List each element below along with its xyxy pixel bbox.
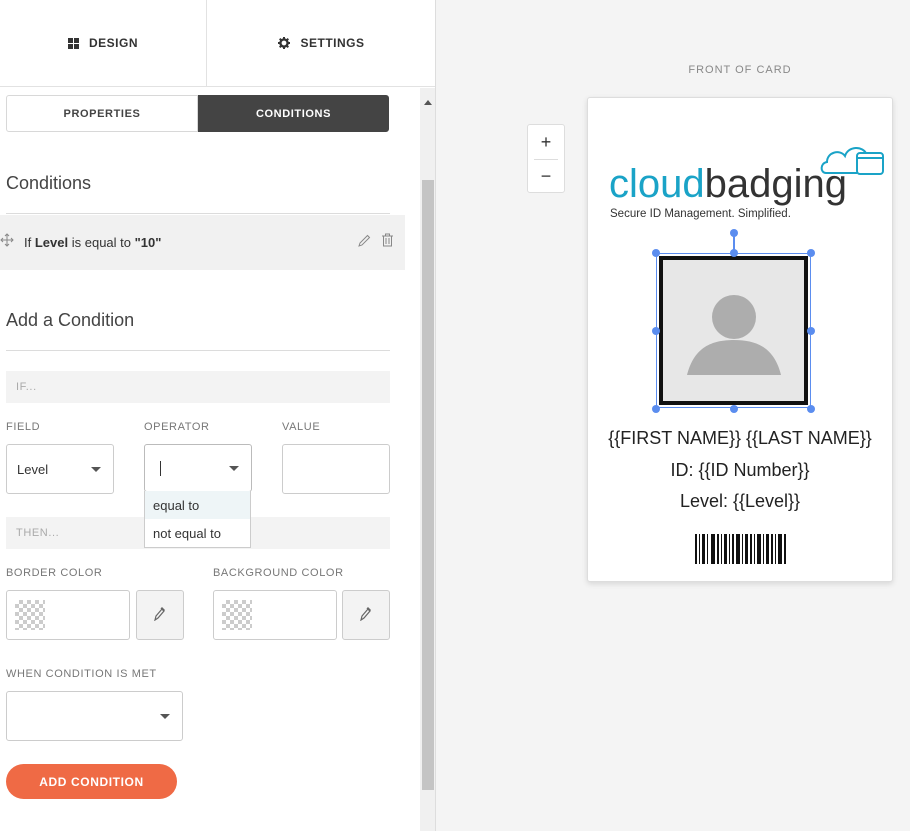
logo-wordmark: cloudbadging <box>609 162 847 206</box>
field-select[interactable]: Level <box>6 444 114 494</box>
person-silhouette-icon <box>686 294 781 375</box>
barcode-icon[interactable] <box>695 534 787 569</box>
eyedropper-icon <box>359 605 373 626</box>
tab-settings-label: SETTINGS <box>300 36 365 50</box>
border-eyedropper-button[interactable] <box>136 590 184 640</box>
resize-handle[interactable] <box>652 249 660 257</box>
transparent-swatch-icon <box>15 600 45 630</box>
resize-handle[interactable] <box>652 405 660 413</box>
scrollbar-thumb[interactable] <box>422 180 434 790</box>
add-condition-button-label: ADD CONDITION <box>39 774 144 789</box>
when-met-label: WHEN CONDITION IS MET <box>6 668 157 680</box>
condition-rule-row[interactable]: If Level is equal to "10" <box>0 215 405 270</box>
rule-operator: is equal to <box>71 235 131 250</box>
scroll-down-arrow-icon[interactable] <box>424 824 432 831</box>
photo-selection-frame[interactable] <box>656 253 811 408</box>
chevron-down-icon <box>91 467 101 472</box>
add-condition-heading: Add a Condition <box>6 310 135 330</box>
tab-settings[interactable]: SETTINGS <box>207 0 435 87</box>
field-select-value: Level <box>17 461 49 477</box>
left-panel: DESIGN SETTINGS PROPERTIES CONDITIONS Co… <box>0 0 436 831</box>
background-color-label: BACKGROUND COLOR <box>213 567 344 579</box>
chevron-down-icon <box>160 714 170 719</box>
operator-dropdown-menu: equal to not equal to <box>144 491 251 548</box>
background-color-input[interactable] <box>213 590 337 640</box>
add-condition-button[interactable]: ADD CONDITION <box>6 764 177 799</box>
resize-handle[interactable] <box>652 327 660 335</box>
operator-label: OPERATOR <box>144 421 210 433</box>
divider <box>6 213 390 214</box>
zoom-in-button[interactable]: + <box>528 125 564 159</box>
zoom-out-button[interactable]: − <box>528 159 564 193</box>
card-id-line[interactable]: ID: {{ID Number}} <box>588 460 892 481</box>
resize-handle[interactable] <box>730 405 738 413</box>
card-level-line[interactable]: Level: {{Level}} <box>588 491 892 512</box>
subtab-conditions-label: CONDITIONS <box>255 107 332 120</box>
zoom-control: + − <box>527 124 565 193</box>
resize-handle[interactable] <box>807 327 815 335</box>
subtab-properties-label: PROPERTIES <box>63 107 141 120</box>
chevron-down-icon <box>229 466 239 471</box>
condition-rule-text: If Level is equal to "10" <box>24 235 161 250</box>
border-color-input[interactable] <box>6 590 130 640</box>
edit-pencil-icon[interactable] <box>358 234 371 250</box>
rule-field: Level <box>34 235 69 250</box>
tab-design[interactable]: DESIGN <box>0 0 207 87</box>
rule-prefix: If <box>24 235 32 250</box>
badge-card[interactable]: cloudbadging cloudbadging Secure ID Mana… <box>587 97 893 582</box>
operator-select[interactable] <box>144 444 252 492</box>
resize-handle[interactable] <box>807 405 815 413</box>
text-cursor <box>160 460 161 476</box>
rotate-handle[interactable] <box>730 229 738 237</box>
option-equal-to[interactable]: equal to <box>145 491 250 519</box>
background-eyedropper-button[interactable] <box>342 590 390 640</box>
divider <box>6 350 390 351</box>
photo-placeholder[interactable] <box>659 256 808 405</box>
logo-tagline: Secure ID Management. Simplified. <box>610 208 791 220</box>
scroll-up-arrow-icon[interactable] <box>424 92 432 110</box>
drag-handle-icon[interactable] <box>0 233 14 250</box>
when-met-select[interactable] <box>6 691 183 741</box>
conditions-heading: Conditions <box>6 173 92 193</box>
border-color-label: BORDER COLOR <box>6 567 103 579</box>
transparent-swatch-icon <box>222 600 252 630</box>
gear-icon <box>278 37 291 49</box>
value-label: VALUE <box>282 421 321 433</box>
front-of-card-label: FRONT OF CARD <box>688 64 792 76</box>
grid-icon <box>67 37 79 49</box>
trash-icon[interactable] <box>381 233 394 250</box>
resize-handle[interactable] <box>730 249 738 257</box>
resize-handle[interactable] <box>807 249 815 257</box>
eyedropper-icon <box>153 605 167 626</box>
rule-value: "10" <box>134 235 162 250</box>
subtab-properties[interactable]: PROPERTIES <box>6 95 198 132</box>
subtab-conditions[interactable]: CONDITIONS <box>198 95 389 132</box>
value-input[interactable] <box>282 444 390 494</box>
field-label: FIELD <box>6 421 41 433</box>
if-section-bar: IF... <box>6 371 390 403</box>
card-name-line[interactable]: {{FIRST NAME}} {{LAST NAME}} <box>588 428 892 449</box>
tab-design-label: DESIGN <box>88 36 138 50</box>
option-not-equal-to[interactable]: not equal to <box>145 519 250 547</box>
